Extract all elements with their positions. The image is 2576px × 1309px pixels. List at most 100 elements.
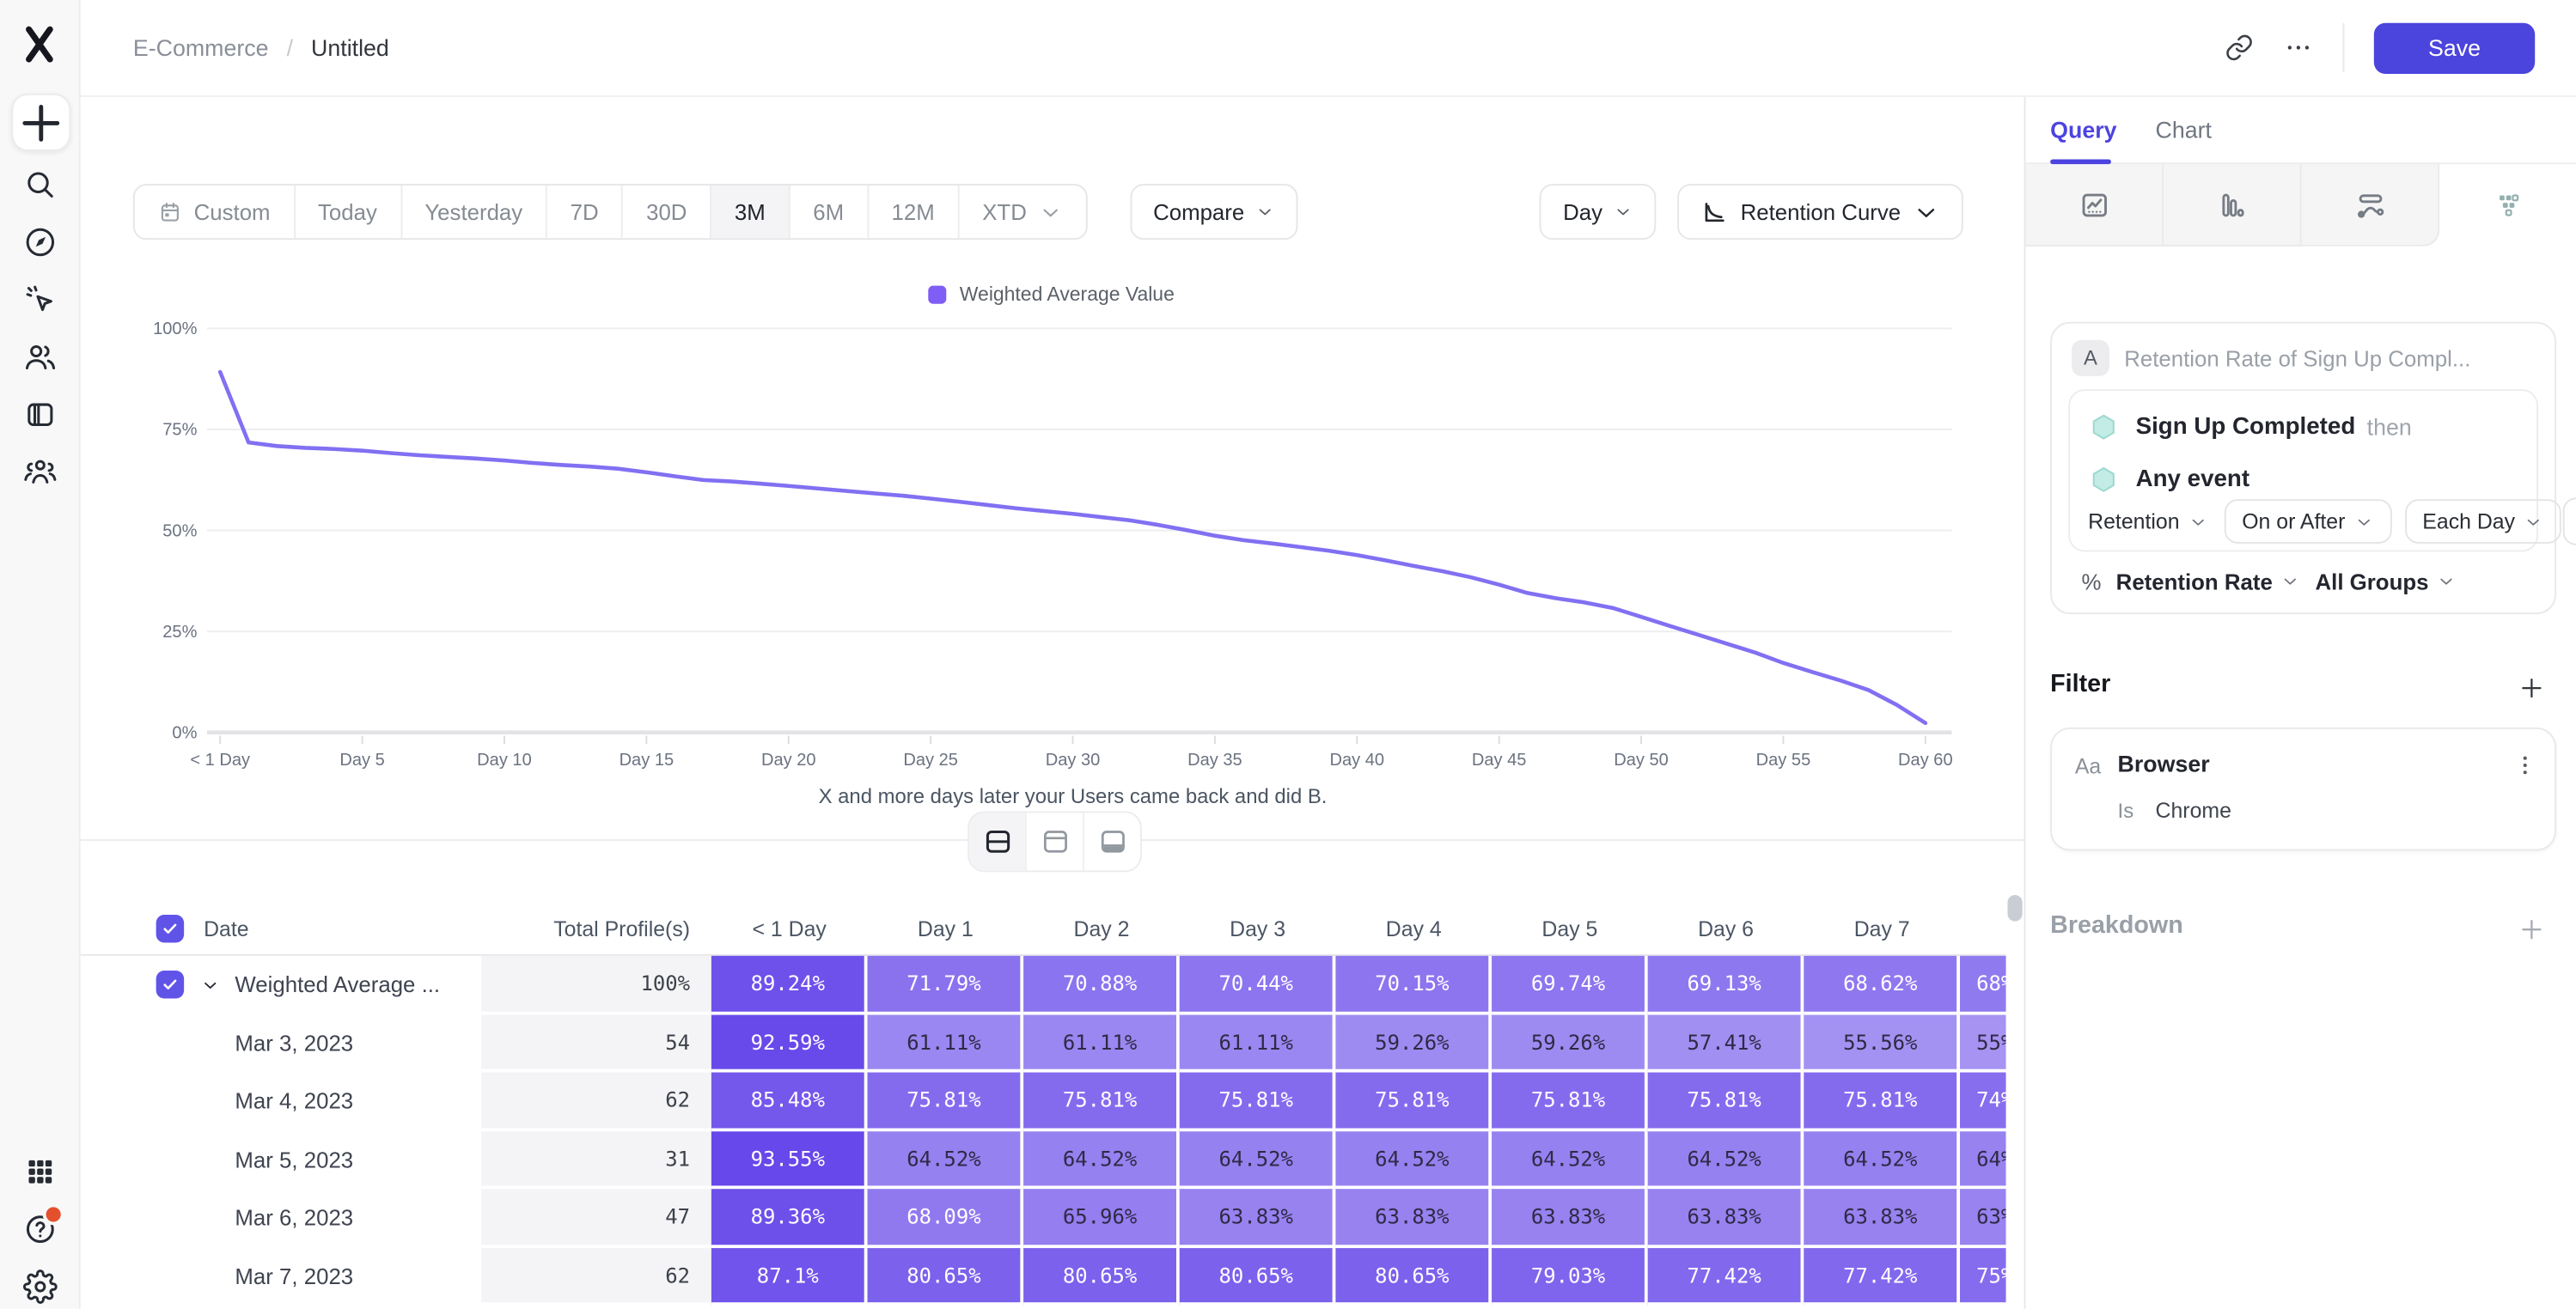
column-header-day: Day 7 [1804,904,1960,954]
retention-cell: 75.81% [1648,1073,1804,1131]
app-logo-icon [16,21,63,68]
retention-line-chart[interactable]: 100%75%50%25%0%< 1 DayDay 5Day 10Day 15D… [79,312,2026,825]
date-range-yesterday[interactable]: Yesterday [402,186,547,238]
chevron-down-icon [2280,571,2300,591]
chart-type-dropdown[interactable]: Retention Curve [1678,184,1963,240]
date-range-12m[interactable]: 12M [869,186,960,238]
report-type-retention-grid[interactable] [2439,164,2576,247]
date-range-6m[interactable]: 6M [790,186,868,238]
save-button[interactable]: Save [2374,22,2535,73]
add-filter-icon[interactable] [2517,673,2546,703]
rail-search-button[interactable] [20,166,59,202]
x-axis-tick-label: Day 45 [1472,751,1527,770]
row-date-cell: Mar 6, 2023 [79,1189,481,1247]
retention-cell: 65.96% [1023,1189,1180,1247]
retention-mode-label: Retention [2088,509,2179,534]
date-range-label: 7D [571,199,599,224]
breadcrumb-parent[interactable]: E-Commerce [133,34,269,61]
rail-compass-button[interactable] [20,223,59,259]
date-range-label: XTD [982,199,1027,224]
filter-heading: Filter [2050,670,2110,698]
group-dropdown[interactable]: All Groups [2316,569,2457,594]
share-link-icon[interactable] [2225,33,2254,62]
add-breakdown-icon[interactable] [2517,915,2546,944]
retention-cell: 79.03% [1492,1247,1648,1306]
retention-mode-dropdown[interactable]: Retention [2085,509,2211,534]
on-or-after-dropdown[interactable]: On or After [2224,499,2391,544]
table-scrollbar-thumb[interactable] [2007,895,2022,922]
granularity-dropdown[interactable]: Day [1540,184,1657,240]
retention-cell: 63.83% [1335,1189,1492,1247]
team-icon [22,454,57,489]
date-range-xtd[interactable]: XTD [959,186,1085,238]
breadcrumb: E-Commerce / Untitled [133,0,389,95]
chart-legend[interactable]: Weighted Average Value [79,283,2024,306]
event-step[interactable]: Any event [2088,457,2261,503]
filter-card[interactable]: Aa Browser Is Chrome [2050,728,2556,850]
row-label: Mar 5, 2023 [235,1148,353,1172]
each-day-dropdown[interactable]: Each Day [2404,499,2561,544]
row-date-cell: Weighted Average ... [79,956,481,1014]
retention-grid-icon [2492,189,2524,222]
table-only-button[interactable] [1027,813,1084,870]
top-header: E-Commerce / Untitled Save [79,0,2576,97]
table-row: Mar 6, 20234789.36%68.09%65.96%63.83%63.… [79,1189,2006,1247]
row-date-cell: Mar 3, 2023 [79,1014,481,1073]
tab-chart[interactable]: Chart [2156,95,2212,164]
retention-cell: 57.41% [1648,1014,1804,1073]
row-label: Mar 4, 2023 [235,1089,353,1114]
row-checkbox[interactable] [156,915,185,943]
report-type-flow-chart[interactable] [2302,164,2440,247]
retention-cell: 68.09% [868,1189,1024,1247]
retention-cell: 80.65% [868,1247,1024,1306]
rail-settings-button[interactable] [20,1268,59,1304]
rail-cursor-click-button[interactable] [20,281,59,317]
date-range-label: Custom [194,199,271,224]
check-icon [161,920,179,938]
date-range-7d[interactable]: 7D [547,186,623,238]
date-range-today[interactable]: Today [295,186,401,238]
retention-cell: 80.65% [1023,1247,1180,1306]
report-type-line-chart[interactable] [2025,164,2164,247]
rail-top-nav [0,166,79,490]
date-range-3m[interactable]: 3M [711,186,790,238]
row-checkbox[interactable] [156,971,185,999]
new-report-button[interactable] [11,94,70,151]
rail-help-button[interactable] [20,1210,59,1246]
query-step-badge: A [2072,340,2109,376]
panel-tabs: Query Chart [2025,95,2576,164]
tab-query[interactable]: Query [2050,95,2116,164]
column-header-day: Day 3 [1180,904,1336,954]
date-range-segmented-control: Custom TodayYesterday 7D 30D3M6M12M XTD [133,184,1088,240]
chart-type-label: Retention Curve [1741,199,1901,224]
legend-swatch [928,285,946,303]
retention-cell: 63.83% [1180,1189,1336,1247]
rail-side-panel-button[interactable] [20,396,59,432]
compare-button[interactable]: Compare [1130,184,1298,240]
measure-dropdown[interactable]: Retention Rate [2116,569,2301,594]
rail-team-button[interactable] [20,454,59,490]
report-type-bar-chart[interactable] [2164,164,2302,247]
filter-property: Browser [2118,751,2210,777]
compass-icon [22,224,57,259]
retention-controls-row: Retention On or After Each Day [2085,499,2561,544]
x-axis-tick-label: Day 35 [1187,751,1242,770]
kebab-menu-icon[interactable] [2512,752,2538,779]
date-range-custom[interactable]: Custom [135,186,295,238]
y-axis-tick-label: 100% [153,320,197,338]
event-step[interactable]: Sign Up Completed then [2088,404,2412,450]
percent-icon: % [2081,569,2101,594]
notification-badge [43,1203,64,1225]
x-axis-tick-label: Day 40 [1330,751,1385,770]
rail-apps-grid-button[interactable] [20,1153,59,1189]
split-view-button[interactable] [969,813,1027,870]
chevron-down-icon [200,975,220,995]
breakdown-heading: Breakdown [2050,911,2183,940]
more-options-icon[interactable] [2284,33,2313,62]
date-range-30d[interactable]: 30D [623,186,711,238]
rail-users-button[interactable] [20,338,59,374]
chart-only-button[interactable] [1084,813,1140,870]
query-title[interactable]: Retention Rate of Sign Up Compl... [2124,340,2470,376]
retention-cell: 75.81% [1804,1073,1960,1131]
breadcrumb-current[interactable]: Untitled [311,34,389,61]
